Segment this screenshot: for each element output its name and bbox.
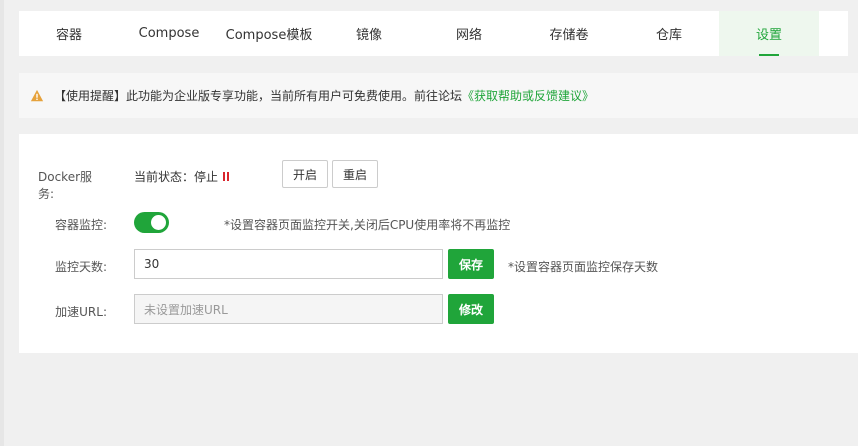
tab-bar: 容器 Compose Compose模板 镜像 网络 存储卷 仓库 设置 — [19, 11, 858, 56]
monitor-hint: *设置容器页面监控开关,关闭后CPU使用率将不再监控 — [224, 218, 511, 232]
toggle-knob — [151, 215, 166, 230]
accel-url-label: 加速URL: — [55, 305, 107, 319]
tab-containers[interactable]: 容器 — [19, 11, 119, 56]
monitor-days-value: 30 — [144, 257, 160, 271]
tab-settings[interactable]: 设置 — [719, 11, 819, 56]
docker-status: 当前状态：停止 — [134, 168, 230, 185]
notice-banner: 【使用提醒】此功能为企业版专享功能，当前所有用户可免费使用。前往论坛 《获取帮助… — [19, 73, 858, 118]
save-button[interactable]: 保存 — [448, 249, 494, 279]
left-strip — [0, 0, 4, 446]
tab-network[interactable]: 网络 — [419, 11, 519, 56]
tab-registry[interactable]: 仓库 — [619, 11, 719, 56]
notice-text: 【使用提醒】此功能为企业版专享功能，当前所有用户可免费使用。前往论坛 — [54, 89, 463, 103]
restart-button[interactable]: 重启 — [332, 160, 378, 188]
modify-button[interactable]: 修改 — [448, 294, 494, 324]
forum-help-link[interactable]: 《获取帮助或反馈建议》 — [462, 87, 594, 104]
start-button[interactable]: 开启 — [282, 160, 328, 188]
monitor-toggle[interactable] — [134, 212, 169, 233]
warning-icon — [30, 89, 44, 101]
pause-icon — [223, 172, 230, 181]
monitor-label: 容器监控: — [54, 218, 107, 232]
docker-service-label: Docker服务: — [38, 170, 93, 201]
tab-volumes[interactable]: 存储卷 — [519, 11, 619, 56]
tab-compose[interactable]: Compose — [119, 11, 219, 56]
tabs-end — [848, 11, 858, 56]
docker-status-text: 当前状态：停止 — [134, 170, 219, 184]
monitor-row: 容器监控: — [19, 216, 107, 233]
docker-service-row: Docker服务: — [19, 168, 107, 202]
accel-url-placeholder: 未设置加速URL — [144, 302, 228, 317]
tab-compose-template[interactable]: Compose模板 — [219, 11, 319, 56]
monitor-days-row: 监控天数: — [19, 258, 107, 275]
tab-images[interactable]: 镜像 — [319, 11, 419, 56]
settings-panel: Docker服务: 当前状态：停止 开启 重启 容器监控: *设置容器页面监控开… — [19, 134, 858, 353]
monitor-days-hint: *设置容器页面监控保存天数 — [508, 260, 659, 274]
accel-url-input[interactable]: 未设置加速URL — [134, 294, 443, 324]
accel-url-row: 加速URL: — [19, 303, 107, 320]
monitor-days-label: 监控天数: — [54, 260, 107, 274]
monitor-days-input[interactable]: 30 — [134, 249, 443, 279]
